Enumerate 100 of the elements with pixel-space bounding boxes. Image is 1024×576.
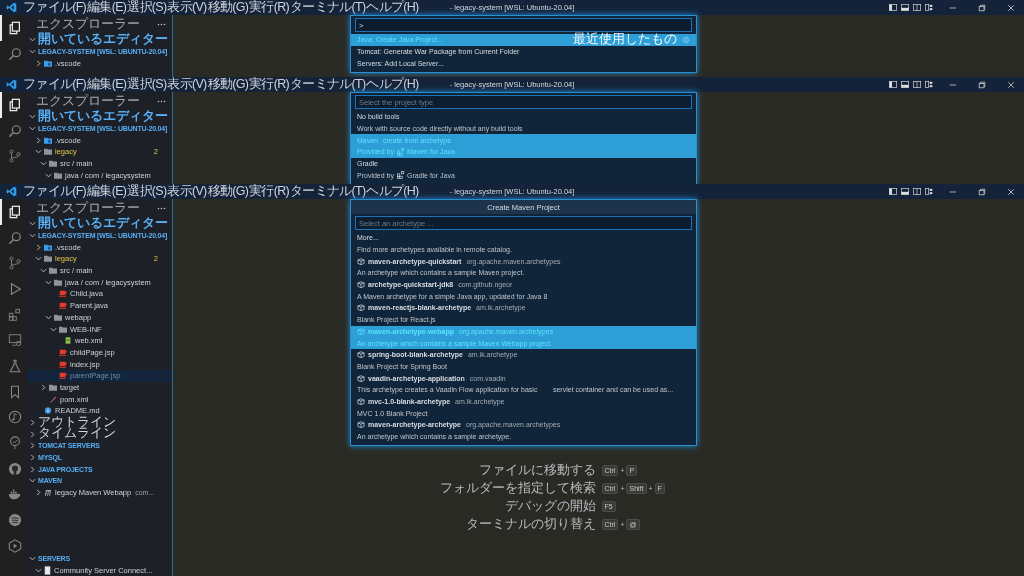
menu-item[interactable]: 選択(S) <box>127 184 167 199</box>
chevron-icon[interactable] <box>45 278 52 286</box>
section-header[interactable]: 開いているエディター <box>27 111 172 123</box>
panel-toggle-icon[interactable] <box>901 81 909 88</box>
section-header[interactable]: タイムライン <box>27 428 172 441</box>
chevron-icon[interactable] <box>29 125 36 133</box>
close-icon[interactable] <box>1007 187 1015 196</box>
chevron-icon[interactable] <box>40 383 47 391</box>
extension-icon <box>396 147 405 156</box>
chevron-icon[interactable] <box>35 136 42 144</box>
menu-item[interactable]: ファイル(F) <box>23 184 87 199</box>
package-icon <box>357 257 365 265</box>
chevron-icon[interactable] <box>29 220 36 228</box>
menu-item[interactable]: 移動(G) <box>207 0 249 15</box>
flask-icon[interactable] <box>7 358 22 373</box>
menu-item[interactable]: 編集(E) <box>87 0 127 15</box>
cup-icon <box>59 360 67 368</box>
menu-item[interactable]: 編集(E) <box>87 184 127 199</box>
chevron-icon[interactable] <box>29 36 36 44</box>
chevron-icon[interactable] <box>29 419 36 427</box>
files-icon[interactable] <box>7 204 22 219</box>
balloon-check-icon[interactable] <box>7 436 22 451</box>
menu-item[interactable]: ヘルプ(H) <box>366 0 419 15</box>
sidebar-toggle-icon[interactable] <box>889 4 897 11</box>
menu-item[interactable]: ターミナル(T) <box>290 0 366 15</box>
files-icon[interactable] <box>7 97 22 112</box>
chevron-icon[interactable] <box>29 113 36 121</box>
menu-item[interactable]: 実行(R) <box>249 184 289 199</box>
menu-item[interactable]: ファイル(F) <box>23 0 87 15</box>
branch-icon[interactable] <box>7 149 22 164</box>
menu-item[interactable]: ターミナル(T) <box>290 77 366 92</box>
sidebar-toggle-icon[interactable] <box>889 81 897 88</box>
extensions-icon[interactable] <box>7 307 22 322</box>
hexagon-play-icon[interactable] <box>7 538 22 553</box>
menu-item[interactable]: ヘルプ(H) <box>366 184 419 199</box>
chevron-icon[interactable] <box>50 325 57 333</box>
chevron-icon[interactable] <box>29 232 36 240</box>
chevron-icon[interactable] <box>35 59 42 67</box>
section-header[interactable]: 開いているエディター <box>27 218 172 230</box>
menu-item[interactable]: 選択(S) <box>127 77 167 92</box>
chevron-icon[interactable] <box>29 465 36 473</box>
section-header[interactable]: アウトライン <box>27 416 172 429</box>
chevron-icon[interactable] <box>40 160 47 168</box>
chevron-icon[interactable] <box>29 442 36 450</box>
chevron-icon[interactable] <box>29 48 36 56</box>
menu-item[interactable]: 表示(V) <box>167 77 207 92</box>
menu-item[interactable]: 編集(E) <box>87 77 127 92</box>
menu-item[interactable]: ヘルプ(H) <box>366 77 419 92</box>
split-layout-icon[interactable] <box>913 81 921 88</box>
chevron-icon[interactable] <box>35 148 42 156</box>
server-icon <box>44 565 51 575</box>
folder-icon <box>44 243 52 251</box>
chevron-icon[interactable] <box>45 313 52 321</box>
menu-item[interactable]: ターミナル(T) <box>290 184 366 199</box>
chevron-icon[interactable] <box>29 554 36 562</box>
maven-icon <box>44 489 52 497</box>
monitor-icon[interactable] <box>7 333 22 348</box>
menu-item[interactable]: 移動(G) <box>207 184 249 199</box>
chevron-icon[interactable] <box>29 477 36 485</box>
layout-icon[interactable] <box>925 4 933 11</box>
github-icon[interactable] <box>7 461 22 476</box>
menu-item[interactable]: 実行(R) <box>249 77 289 92</box>
close-icon[interactable] <box>1007 3 1015 12</box>
stripes-circle-icon[interactable] <box>7 513 22 528</box>
menu-item[interactable]: 表示(V) <box>167 0 207 15</box>
menu-item[interactable]: 表示(V) <box>167 184 207 199</box>
menu-item[interactable]: 選択(S) <box>127 0 167 15</box>
panel-toggle-icon[interactable] <box>901 188 909 195</box>
search-icon[interactable] <box>7 123 22 138</box>
files-icon[interactable] <box>7 20 22 35</box>
search-icon[interactable] <box>7 46 22 61</box>
chevron-icon[interactable] <box>35 255 42 263</box>
branch-icon[interactable] <box>7 256 22 271</box>
info-icon <box>44 407 52 415</box>
chevron-icon[interactable] <box>40 267 47 275</box>
menu-item[interactable]: 移動(G) <box>207 77 249 92</box>
section-header[interactable]: 開いているエディター <box>27 34 172 46</box>
chevron-icon[interactable] <box>29 430 36 438</box>
chevron-icon[interactable] <box>35 566 42 574</box>
restore-icon[interactable] <box>978 187 986 196</box>
layout-icon[interactable] <box>925 188 933 195</box>
chevron-icon[interactable] <box>35 243 42 251</box>
note-circle-icon[interactable] <box>7 410 22 425</box>
menu-item[interactable]: 実行(R) <box>249 0 289 15</box>
restore-icon[interactable] <box>978 3 986 12</box>
close-icon[interactable] <box>1007 80 1015 89</box>
restore-icon[interactable] <box>978 80 986 89</box>
search-icon[interactable] <box>7 230 22 245</box>
layout-icon[interactable] <box>925 81 933 88</box>
chevron-icon[interactable] <box>45 171 52 179</box>
chevron-icon[interactable] <box>35 489 42 497</box>
sidebar-toggle-icon[interactable] <box>889 188 897 195</box>
menu-item[interactable]: ファイル(F) <box>23 77 87 92</box>
cup-icon <box>59 290 67 298</box>
panel-toggle-icon[interactable] <box>901 4 909 11</box>
cup-icon <box>59 372 67 380</box>
split-layout-icon[interactable] <box>913 4 921 11</box>
whale-icon[interactable] <box>7 487 22 502</box>
split-layout-icon[interactable] <box>913 188 921 195</box>
chevron-icon[interactable] <box>29 454 36 462</box>
